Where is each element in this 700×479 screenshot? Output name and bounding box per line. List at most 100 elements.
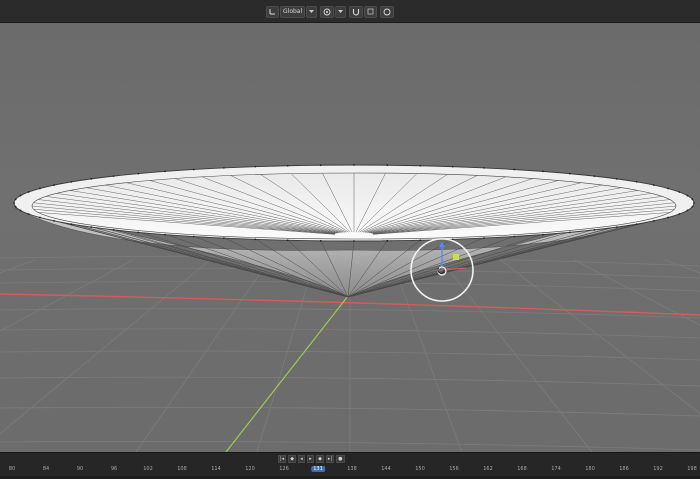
frame-tick-label[interactable]: 138 xyxy=(347,466,357,472)
mesh-vertex xyxy=(483,167,485,169)
mesh-vertex xyxy=(542,234,544,236)
mesh-vertex xyxy=(254,238,256,240)
transform-orientation-select[interactable]: Global xyxy=(280,6,305,18)
mesh-vertex xyxy=(667,217,669,219)
circle-target-icon[interactable] xyxy=(380,6,394,18)
frame-tick-label[interactable]: 102 xyxy=(143,466,153,472)
frame-tick-label[interactable]: 198 xyxy=(687,466,697,472)
pivot-group[interactable] xyxy=(320,6,346,18)
timeline[interactable]: |◂ ◆ ◂ ▸ ◆ ▸| ● 80 84 90 96 102 108 114 120 126 1… xyxy=(0,452,700,476)
play-icon[interactable]: ▸ xyxy=(307,455,314,463)
mesh-vertex xyxy=(70,181,72,183)
magnet-icon[interactable] xyxy=(349,6,363,18)
snap-group[interactable] xyxy=(349,6,377,18)
mesh-vertex xyxy=(70,223,72,225)
mesh-vertex xyxy=(223,237,225,239)
axes-icon[interactable] xyxy=(266,6,279,18)
mesh-vertex xyxy=(137,173,139,175)
transform-orientation-group[interactable]: Global xyxy=(266,6,317,18)
frame-tick-label[interactable]: 108 xyxy=(177,466,187,472)
mesh-vertex xyxy=(113,175,115,177)
mesh-vertex xyxy=(687,195,689,197)
frame-tick-label[interactable]: 156 xyxy=(449,466,459,472)
jump-end-icon[interactable]: ▸| xyxy=(326,455,334,463)
mesh-vertex xyxy=(28,191,30,193)
frame-tick-label[interactable]: 174 xyxy=(551,466,561,472)
next-keyframe-icon[interactable]: ◆ xyxy=(316,455,324,463)
mesh-vertex xyxy=(419,165,421,167)
mesh-vertex xyxy=(90,178,92,180)
mesh-vertex xyxy=(636,223,638,225)
grid-line xyxy=(0,260,210,475)
mesh-vertex xyxy=(693,202,695,204)
mesh-vertex xyxy=(320,240,322,242)
mesh-vertex xyxy=(320,164,322,166)
mesh-vertex xyxy=(616,226,618,228)
mesh-vertex xyxy=(254,166,256,168)
mesh-vertex xyxy=(353,240,355,242)
pivot-point-icon[interactable] xyxy=(320,6,334,18)
frame-tick-label[interactable]: 96 xyxy=(111,466,117,472)
snap-target-icon[interactable] xyxy=(364,6,377,18)
mesh-vertex xyxy=(513,236,515,238)
frame-tick-label[interactable]: 114 xyxy=(211,466,221,472)
frame-tick-label[interactable]: 150 xyxy=(415,466,425,472)
mesh-vertex xyxy=(636,181,638,183)
viewport-header: Global xyxy=(0,0,700,23)
header-tools: Global xyxy=(266,5,394,18)
mesh-vertex xyxy=(13,202,15,204)
mesh-vertex xyxy=(687,210,689,212)
frame-tick-label[interactable]: 84 xyxy=(43,466,49,472)
grid-line xyxy=(574,260,700,475)
mesh-vertex xyxy=(137,231,139,233)
grid-line xyxy=(0,260,35,475)
mesh-vertex xyxy=(287,239,289,241)
grid-line xyxy=(120,260,270,475)
grid-line xyxy=(0,260,133,475)
mesh-vertex xyxy=(90,226,92,228)
prev-keyframe-icon[interactable]: ◆ xyxy=(288,455,296,463)
frame-tick-label[interactable]: 90 xyxy=(77,466,83,472)
frame-tick-label[interactable]: 144 xyxy=(381,466,391,472)
frame-tick-label[interactable]: 120 xyxy=(245,466,255,472)
frame-tick-label[interactable]: 162 xyxy=(483,466,493,472)
frame-tick-label[interactable]: 126 xyxy=(279,466,289,472)
viewport-scene[interactable] xyxy=(0,0,700,475)
frame-tick-label[interactable]: 192 xyxy=(653,466,663,472)
mesh-vertex xyxy=(691,198,693,200)
frame-ruler[interactable]: 80 84 90 96 102 108 114 120 126 131 138 144 150 156 16… xyxy=(0,464,700,476)
mesh-vertex xyxy=(452,166,454,168)
chevron-down-icon[interactable] xyxy=(335,6,346,18)
grid-line xyxy=(392,260,470,475)
mesh-vertex xyxy=(513,169,515,171)
grid-line xyxy=(441,260,610,475)
mesh-vertex xyxy=(223,167,225,169)
frame-tick-label[interactable]: 80 xyxy=(9,466,15,472)
bowl-mesh[interactable] xyxy=(13,164,695,297)
playback-controls: |◂ ◆ ◂ ▸ ◆ ▸| ● xyxy=(278,455,345,463)
mesh-vertex xyxy=(678,213,680,215)
frame-tick-label[interactable]: 186 xyxy=(619,466,629,472)
mesh-vertex xyxy=(483,237,485,239)
mesh-vertex xyxy=(542,171,544,173)
grid-line xyxy=(250,260,315,475)
jump-start-icon[interactable]: |◂ xyxy=(278,455,286,463)
mesh-vertex xyxy=(653,220,655,222)
mesh-vertex xyxy=(20,195,22,197)
current-frame-indicator[interactable]: 131 xyxy=(311,466,325,472)
mesh-vertex xyxy=(15,198,17,200)
mesh-vertex xyxy=(20,210,22,212)
mesh-vertex xyxy=(53,184,55,186)
chevron-down-icon[interactable] xyxy=(306,6,317,18)
mesh-vertex xyxy=(691,206,693,208)
gizmo-y-handle[interactable] xyxy=(453,254,459,260)
play-reverse-icon[interactable]: ◂ xyxy=(298,455,305,463)
mesh-vertex xyxy=(419,239,421,241)
3d-viewport[interactable]: Global xyxy=(0,0,700,475)
gizmo-z-arrowhead[interactable] xyxy=(439,242,445,247)
mesh-vertex xyxy=(164,171,166,173)
grid-line xyxy=(501,260,700,475)
frame-tick-label[interactable]: 168 xyxy=(517,466,527,472)
record-icon[interactable]: ● xyxy=(336,455,344,463)
frame-tick-label[interactable]: 180 xyxy=(585,466,595,472)
